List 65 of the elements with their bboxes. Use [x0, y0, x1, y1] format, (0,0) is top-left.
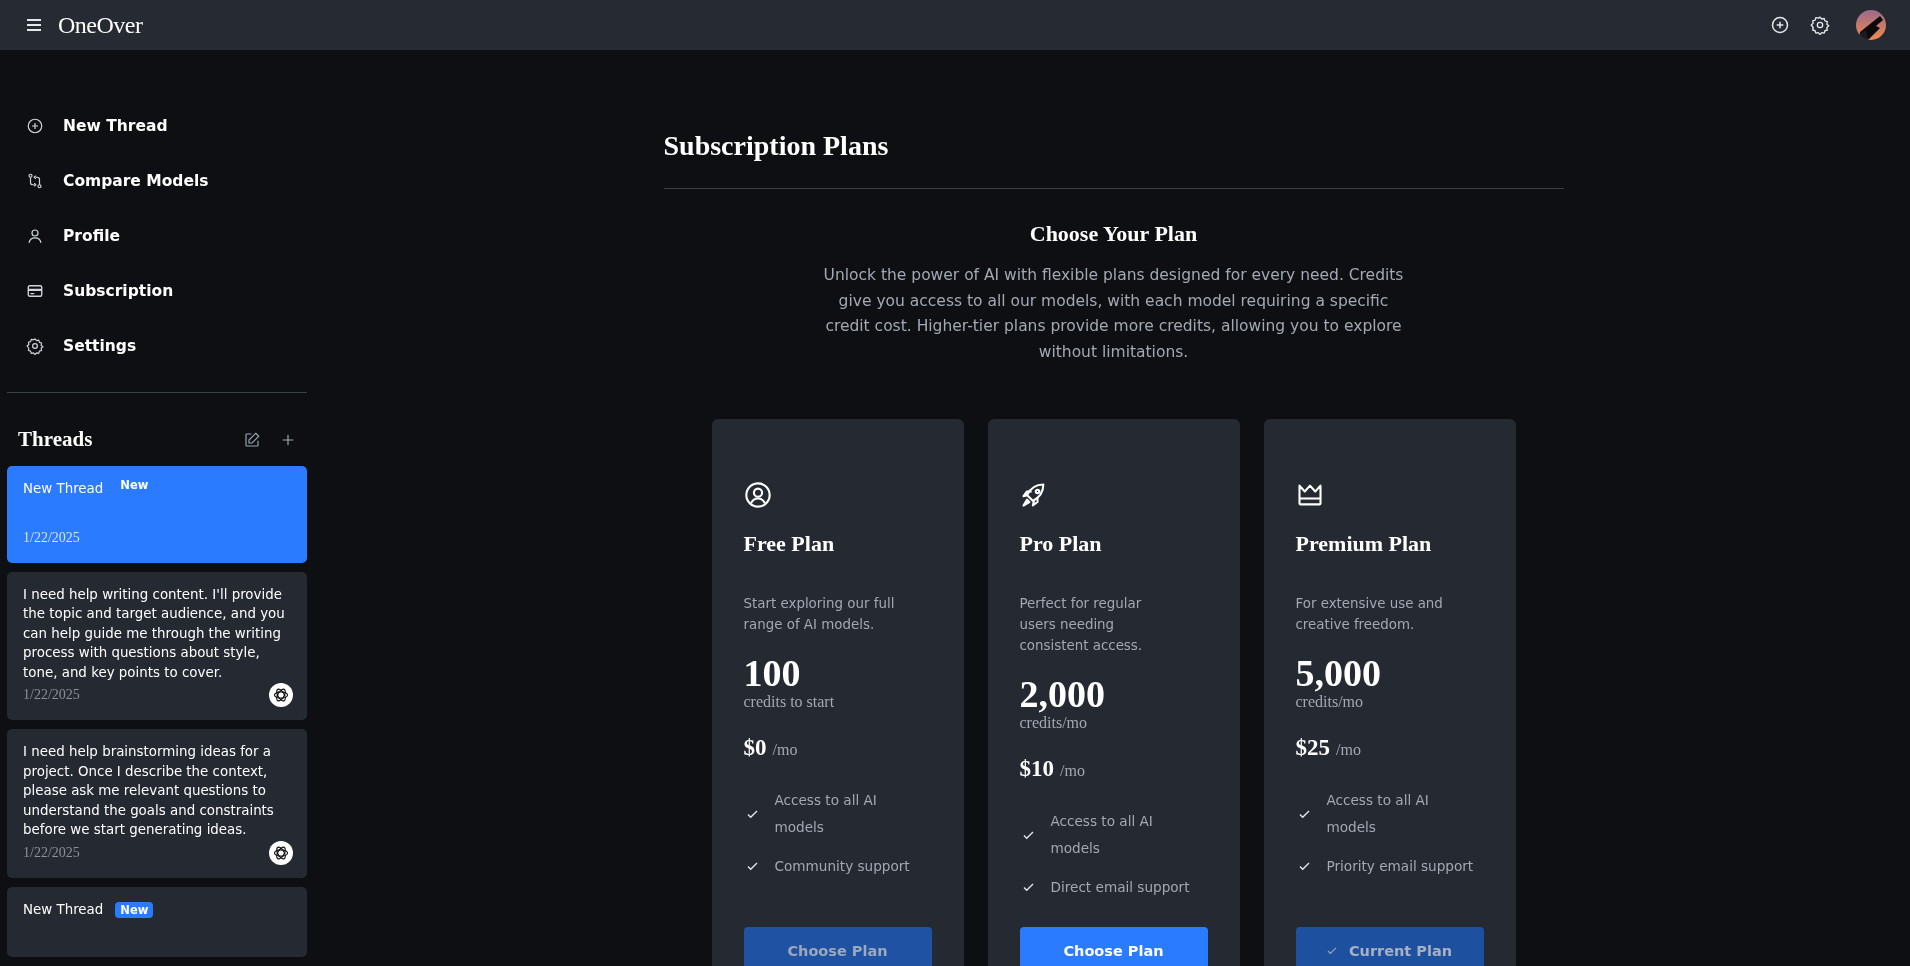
- thread-date: 1/22/2025: [23, 687, 80, 703]
- plan-button[interactable]: Choose Plan: [1019, 927, 1208, 966]
- check-icon: [1298, 809, 1310, 819]
- section-heading: Choose Your Plan: [1028, 221, 1199, 247]
- check-icon: [1326, 947, 1337, 955]
- check-icon: [1022, 883, 1034, 892]
- thread-title: I need help writing content. I'll provide the topic and target audience, and you can help guide me through the writing process with questions about style, tone, and key points to cover.: [23, 585, 286, 682]
- thread-title: New Thread: [23, 480, 104, 498]
- plan-price: $10: [1019, 756, 1054, 782]
- plan-description: For extensive use and creative freedom.: [1295, 595, 1444, 634]
- sidebar-item[interactable]: Profile: [7, 208, 307, 263]
- check-icon: [746, 809, 758, 819]
- sidebar-item[interactable]: Subscription: [7, 263, 307, 318]
- brand-logo[interactable]: OneOver: [58, 11, 143, 39]
- feature-text: Access to all AI models: [1050, 812, 1154, 858]
- thread-item[interactable]: New Thread New 1/22/2025: [7, 466, 307, 563]
- user-circle-icon: [743, 481, 772, 509]
- plan-price: $0: [743, 735, 767, 761]
- plan-description: Perfect for regular users needing consistent access.: [1019, 595, 1144, 655]
- settings-icon[interactable]: [1810, 15, 1830, 35]
- plan-price: $25: [1295, 735, 1330, 761]
- settings-icon: [26, 336, 44, 355]
- model-icon: [269, 840, 293, 865]
- feature-text: Access to all AI models: [1326, 791, 1430, 837]
- thread-item[interactable]: I need help brainstorming ideas for a project. Once I describe the context, please ask me relevant questions to understand the goals and constraints before we start generating ideas. 1/22/2025: [7, 729, 307, 878]
- add-icon[interactable]: [1770, 15, 1790, 35]
- check-icon: [1298, 862, 1310, 871]
- credit-unit: credits to start: [743, 693, 836, 711]
- plan-description: Start exploring our full range of AI models.: [743, 595, 896, 634]
- sidebar-item[interactable]: Compare Models: [7, 153, 307, 208]
- thread-item[interactable]: I need help writing content. I'll provide the topic and target audience, and you can help guide me through the writing process with questions about style, tone, and key points to cover. 1/22/2025: [7, 571, 307, 720]
- price-period: /mo: [1336, 741, 1361, 759]
- edit-icon[interactable]: [243, 430, 261, 449]
- sidebar-item[interactable]: Settings: [7, 318, 307, 373]
- check-icon: [1022, 830, 1034, 840]
- credit-unit: credits/mo: [1019, 714, 1089, 732]
- thread-title: New Thread: [23, 900, 104, 919]
- plan-name: Pro Plan: [1019, 531, 1103, 557]
- check-icon: [746, 862, 758, 871]
- feature-text: Priority email support: [1326, 857, 1475, 876]
- intro-text: Unlock the power of AI with flexible plans designed for every need. Credits give you access to all our models, with each model requiring a specific credit cost. Higher-tier plans provide more credits, allowing you to explore without limitations.: [822, 265, 1405, 363]
- thread-date: 1/22/2025: [23, 529, 80, 546]
- add-icon: [26, 116, 44, 135]
- feature-text: Community support: [774, 857, 911, 876]
- page-title: Subscription Plans: [663, 130, 890, 162]
- sidebar-item[interactable]: New Thread: [7, 98, 307, 153]
- model-icon: [269, 683, 293, 707]
- feature-text: Direct email support: [1050, 878, 1191, 897]
- feature-text: Access to all AI models: [774, 791, 878, 837]
- credit-amount: 2,000: [1019, 674, 1106, 714]
- credit-amount: 100: [743, 653, 802, 693]
- price-period: /mo: [1060, 762, 1085, 780]
- compare-icon: [26, 171, 44, 190]
- thread-title: I need help brainstorming ideas for a project. Once I describe the context, please ask me relevant questions to understand the goals and constraints before we start generating ideas.: [23, 743, 275, 839]
- price-period: /mo: [772, 741, 798, 759]
- new-badge: New: [115, 901, 154, 918]
- credit-amount: 5,000: [1295, 653, 1382, 693]
- plan-name: Free Plan: [743, 531, 836, 557]
- thread-date: 1/22/2025: [23, 844, 80, 861]
- plan-name: Premium Plan: [1295, 531, 1433, 557]
- thread-item[interactable]: New Thread New: [7, 886, 307, 957]
- menu-icon[interactable]: [26, 19, 42, 31]
- person-icon: [26, 226, 44, 245]
- threads-heading: Threads: [18, 427, 94, 452]
- credit-unit: credits/mo: [1295, 693, 1365, 711]
